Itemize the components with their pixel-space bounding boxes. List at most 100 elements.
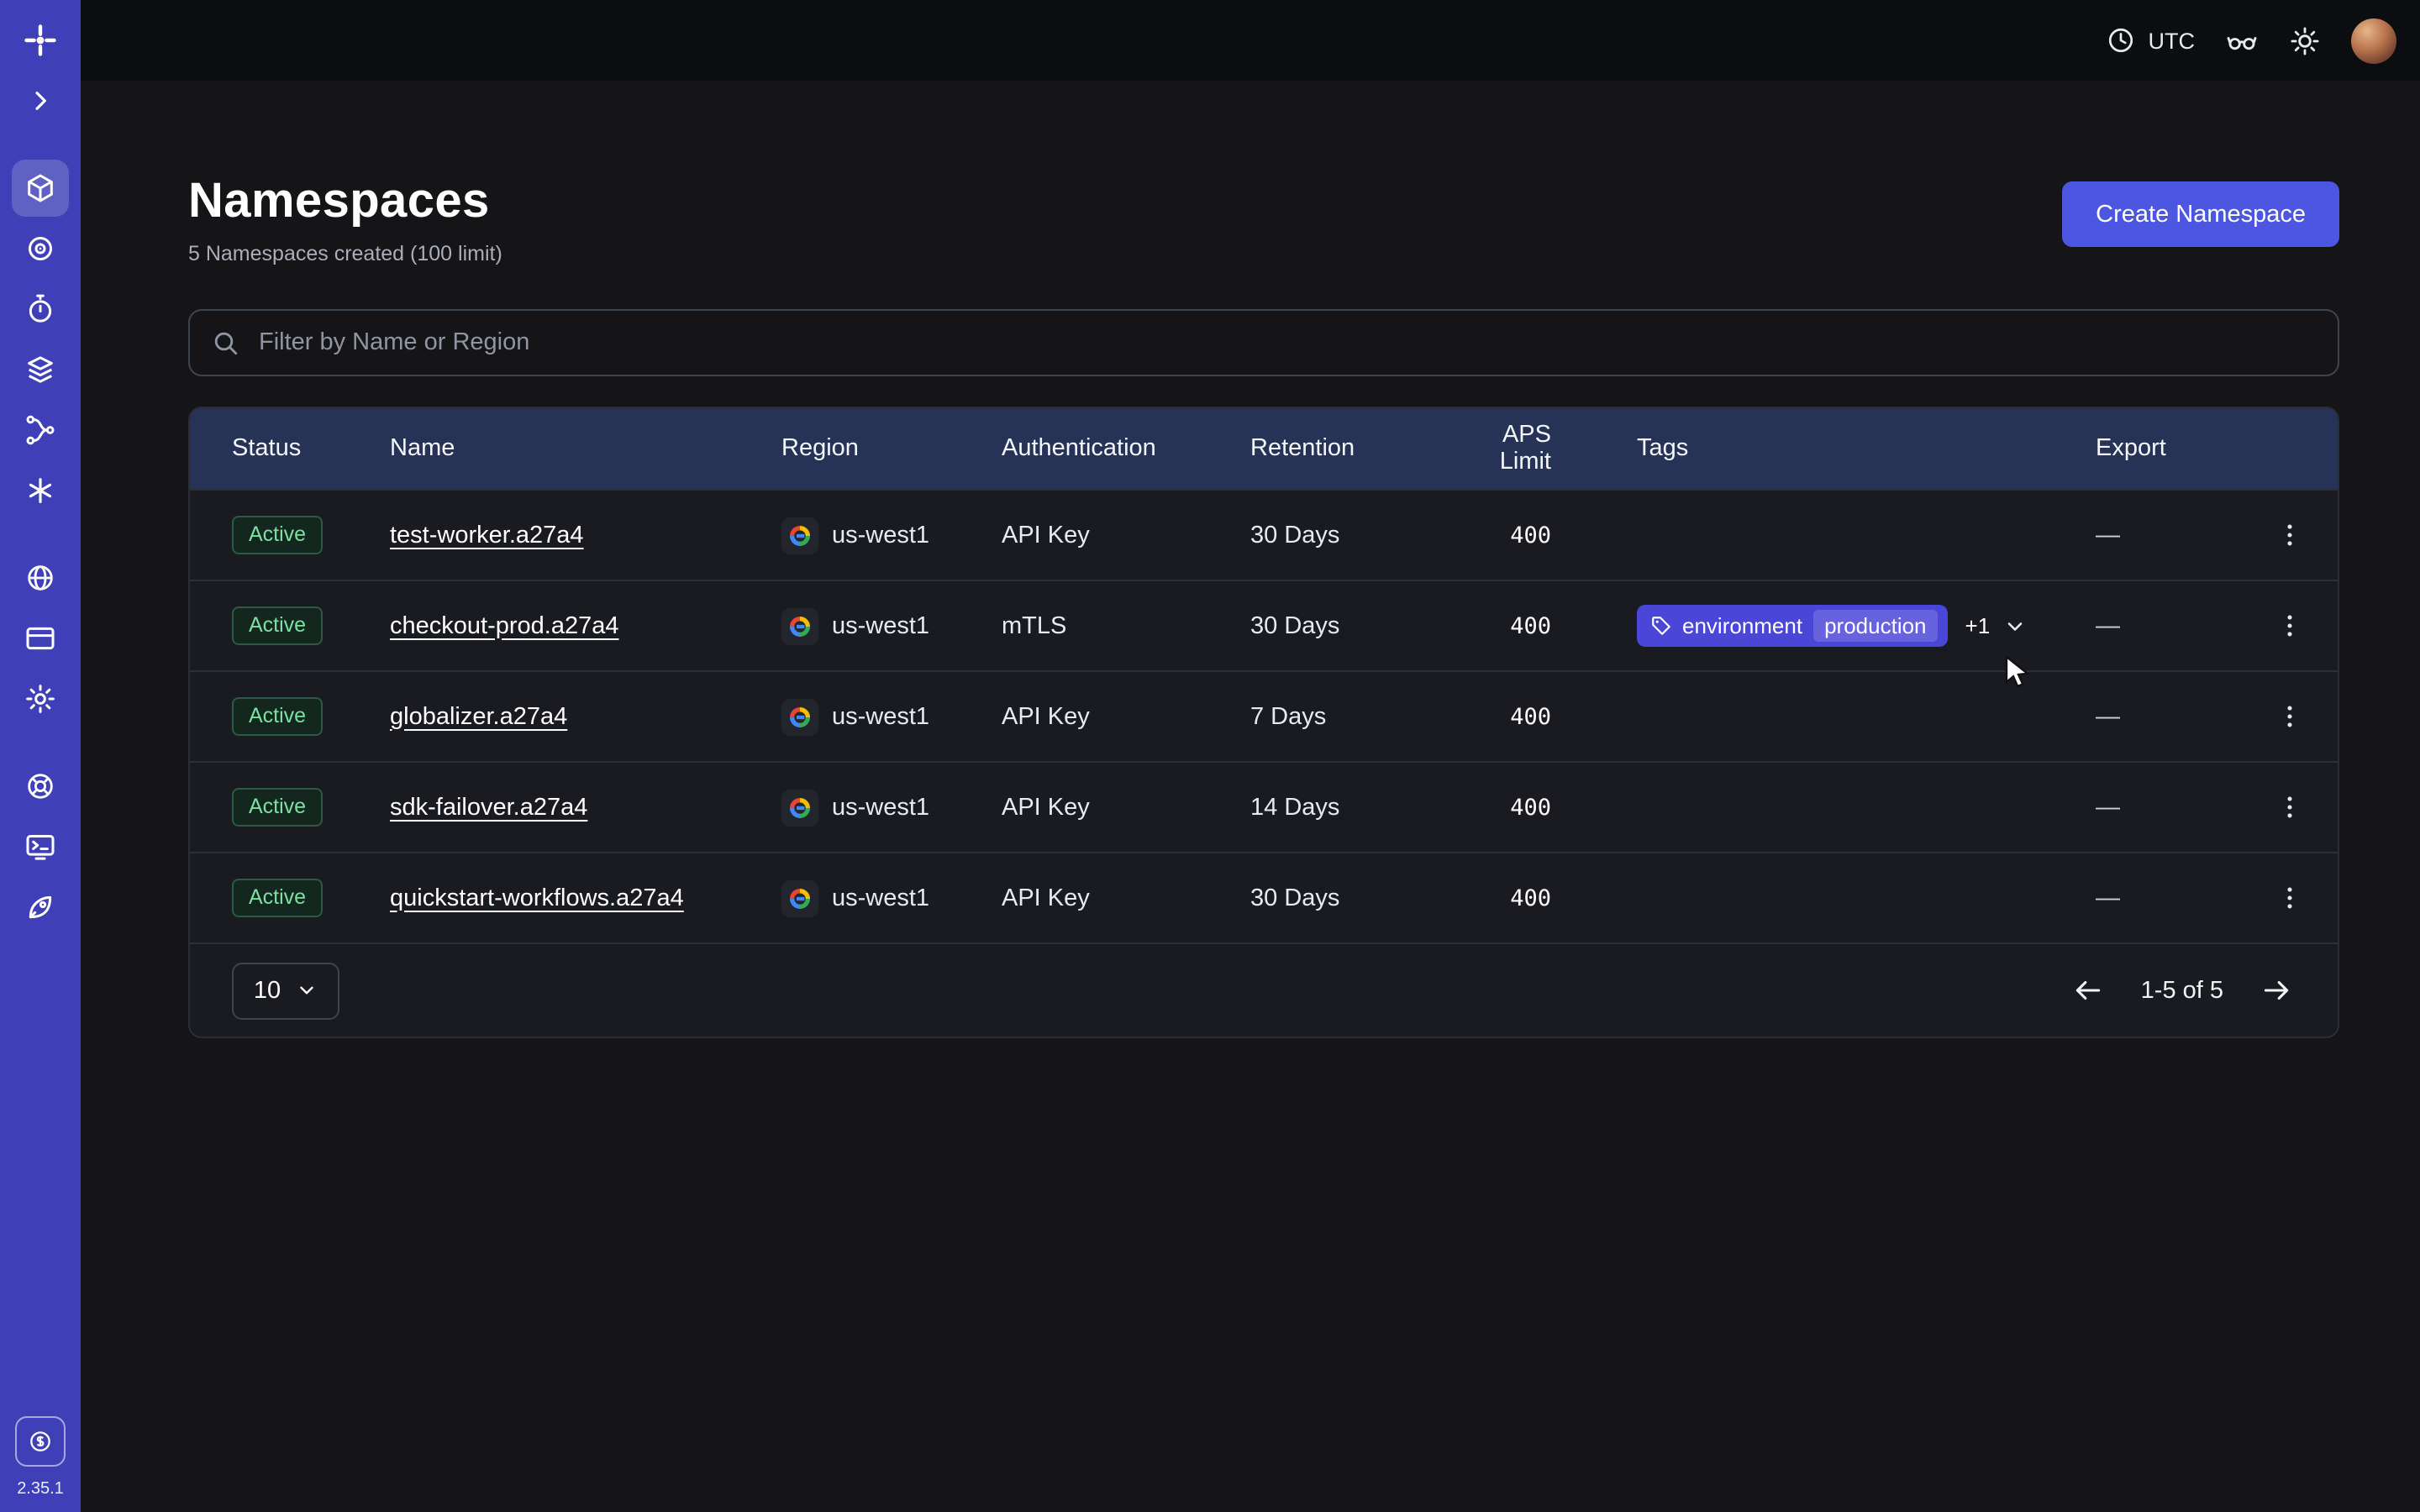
sidebar-item-regions[interactable] bbox=[12, 549, 69, 606]
auth-label: API Key bbox=[1002, 703, 1090, 730]
asterisk-icon bbox=[24, 474, 57, 507]
sidebar: 2.35.1 bbox=[0, 0, 81, 1512]
row-actions-menu-button[interactable] bbox=[2262, 871, 2316, 925]
table-body: Active test-worker.a27a4 us-west1 API Ke… bbox=[190, 489, 2338, 942]
accessibility-toggle[interactable] bbox=[2225, 24, 2259, 57]
tag-chip[interactable]: environment production bbox=[1637, 605, 1949, 647]
namespace-link[interactable]: globalizer.a27a4 bbox=[390, 703, 567, 730]
kebab-menu-icon bbox=[2275, 521, 2303, 549]
row-actions-menu-button[interactable] bbox=[2262, 690, 2316, 743]
tags-expand-chevron[interactable] bbox=[2003, 614, 2027, 638]
billing-card-icon bbox=[24, 622, 57, 655]
sidebar-item-settings[interactable] bbox=[12, 670, 69, 727]
filter-input[interactable] bbox=[255, 328, 2317, 358]
row-actions-menu-button[interactable] bbox=[2262, 599, 2316, 653]
usage-button[interactable] bbox=[15, 1416, 66, 1467]
dollar-icon bbox=[27, 1426, 54, 1457]
column-header-authentication: Authentication bbox=[1002, 435, 1250, 462]
namespace-link[interactable]: quickstart-workflows.a27a4 bbox=[390, 885, 684, 911]
region-label: us-west1 bbox=[832, 522, 929, 549]
export-cell: — bbox=[2096, 885, 2240, 911]
namespace-link[interactable]: checkout-prod.a27a4 bbox=[390, 612, 619, 639]
actions-cell bbox=[2240, 508, 2338, 562]
timezone-label: UTC bbox=[2149, 28, 2196, 53]
status-badge: Active bbox=[232, 606, 323, 645]
theme-toggle[interactable] bbox=[2289, 24, 2321, 56]
status-badge: Active bbox=[232, 788, 323, 827]
export-value: — bbox=[2096, 885, 2120, 911]
kebab-menu-icon bbox=[2275, 612, 2303, 640]
pagination: 1-5 of 5 bbox=[2069, 971, 2296, 1010]
export-value: — bbox=[2096, 612, 2120, 639]
sidebar-item-namespaces[interactable] bbox=[12, 160, 69, 217]
create-namespace-button[interactable]: Create Namespace bbox=[2062, 181, 2339, 247]
status-cell: Active bbox=[232, 697, 390, 736]
terminal-icon bbox=[24, 830, 57, 864]
column-header-tags: Tags bbox=[1637, 435, 2096, 462]
export-cell: — bbox=[2096, 703, 2240, 730]
sidebar-item-cli[interactable] bbox=[12, 818, 69, 875]
lifebuoy-icon bbox=[24, 769, 57, 803]
sidebar-item-workflows[interactable] bbox=[12, 402, 69, 459]
status-cell: Active bbox=[232, 788, 390, 827]
table-row: Active checkout-prod.a27a4 us-west1 mTLS… bbox=[190, 580, 2338, 670]
column-header-retention: Retention bbox=[1250, 435, 1445, 462]
tag-icon bbox=[1650, 615, 1672, 637]
sidebar-item-getting-started[interactable] bbox=[12, 879, 69, 936]
row-actions-menu-button[interactable] bbox=[2262, 780, 2316, 834]
name-cell: test-worker.a27a4 bbox=[390, 522, 781, 549]
kebab-menu-icon bbox=[2275, 702, 2303, 731]
sidebar-item-support[interactable] bbox=[12, 758, 69, 815]
export-value: — bbox=[2096, 522, 2120, 549]
region-cell: us-west1 bbox=[781, 607, 1002, 644]
sidebar-item-insights[interactable] bbox=[12, 220, 69, 277]
region-cell: us-west1 bbox=[781, 879, 1002, 916]
cube-icon bbox=[24, 171, 57, 205]
region-label: us-west1 bbox=[832, 794, 929, 821]
row-actions-menu-button[interactable] bbox=[2262, 508, 2316, 562]
gcp-cloud-icon bbox=[781, 607, 818, 644]
page-size-select[interactable]: 10 bbox=[232, 962, 339, 1019]
namespace-link[interactable]: test-worker.a27a4 bbox=[390, 522, 584, 549]
sidebar-footer: 2.35.1 bbox=[15, 1416, 66, 1512]
kebab-menu-icon bbox=[2275, 884, 2303, 912]
sidebar-item-stacks[interactable] bbox=[12, 341, 69, 398]
tag-key-label: environment bbox=[1682, 613, 1802, 638]
namespace-link[interactable]: sdk-failover.a27a4 bbox=[390, 794, 587, 821]
actions-cell bbox=[2240, 871, 2338, 925]
actions-cell bbox=[2240, 780, 2338, 834]
retention-cell: 30 Days bbox=[1250, 522, 1445, 549]
status-cell: Active bbox=[232, 879, 390, 917]
region-label: us-west1 bbox=[832, 703, 929, 730]
topbar: UTC bbox=[81, 0, 2420, 81]
app-root: 2.35.1 UTC Namespaces bbox=[0, 0, 2420, 1512]
arrow-right-icon bbox=[2260, 974, 2292, 1006]
arrow-left-icon bbox=[2072, 974, 2104, 1006]
status-badge: Active bbox=[232, 697, 323, 736]
aps-limit-value: 400 bbox=[1510, 703, 1551, 730]
region-label: us-west1 bbox=[832, 612, 929, 639]
retention-label: 30 Days bbox=[1250, 885, 1339, 911]
search-icon bbox=[210, 328, 240, 358]
aps-limit-cell: 400 bbox=[1445, 794, 1551, 821]
temporal-logo[interactable] bbox=[12, 12, 69, 69]
retention-label: 7 Days bbox=[1250, 703, 1326, 730]
user-avatar[interactable] bbox=[2351, 18, 2396, 63]
workflow-icon bbox=[24, 413, 57, 447]
chevron-down-icon bbox=[296, 979, 318, 1001]
aps-limit-value: 400 bbox=[1510, 885, 1551, 911]
export-cell: — bbox=[2096, 794, 2240, 821]
previous-page-button[interactable] bbox=[2069, 971, 2107, 1010]
table-row: Active quickstart-workflows.a27a4 us-wes… bbox=[190, 852, 2338, 942]
app-version: 2.35.1 bbox=[17, 1480, 64, 1499]
sidebar-item-nexus[interactable] bbox=[12, 462, 69, 519]
next-page-button[interactable] bbox=[2257, 971, 2296, 1010]
auth-label: API Key bbox=[1002, 522, 1090, 549]
sidebar-expand-chevron-icon[interactable] bbox=[12, 72, 69, 129]
layers-icon bbox=[24, 353, 57, 386]
globe-icon bbox=[24, 561, 57, 595]
aps-limit-value: 400 bbox=[1510, 794, 1551, 821]
timezone-selector[interactable]: UTC bbox=[2107, 25, 2196, 55]
sidebar-item-billing[interactable] bbox=[12, 610, 69, 667]
sidebar-item-schedules[interactable] bbox=[12, 281, 69, 338]
